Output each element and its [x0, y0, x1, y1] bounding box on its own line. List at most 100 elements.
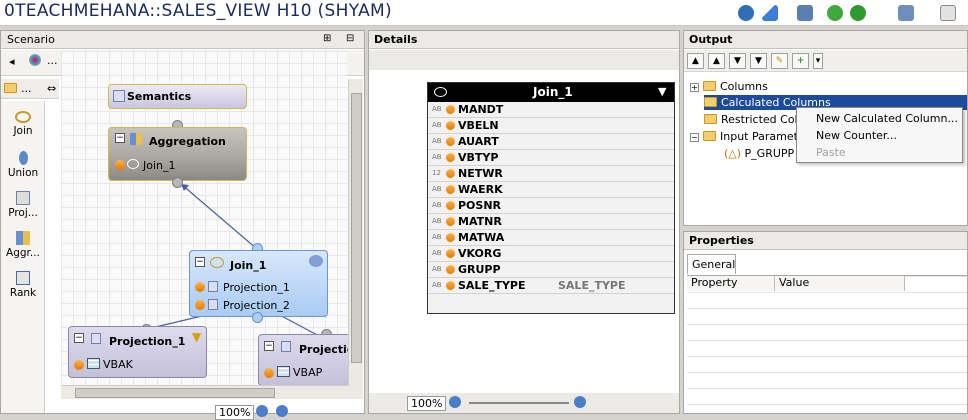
context-menu: New Calculated Column... New Counter... … — [796, 107, 963, 163]
attribute-icon — [446, 281, 455, 290]
field-row[interactable]: 12 NETWR — [428, 166, 674, 182]
details-zoom[interactable]: 100% — [407, 396, 447, 411]
aggregation-icon — [16, 231, 30, 245]
column-header-property[interactable]: Property — [687, 276, 775, 291]
tree-item-columns[interactable]: + Columns — [690, 80, 768, 93]
tree-item-parameter[interactable]: (△) P_GRUPP — [724, 147, 794, 160]
field-row[interactable]: AB MANDT — [428, 102, 674, 118]
zoom-out-icon[interactable] — [256, 405, 268, 417]
back-arrow-icon[interactable]: ◂ — [9, 55, 15, 68]
type-badge: AB — [432, 249, 442, 257]
parameter-icon: (△) — [724, 147, 742, 160]
activate-icon[interactable] — [827, 5, 843, 21]
field-row[interactable]: AB SALE_TYPE SALE_TYPE — [428, 278, 674, 294]
palette-item-projection[interactable]: Proj... — [1, 191, 45, 219]
chart-icon[interactable] — [762, 5, 778, 21]
tree-label: Input Paramete — [720, 130, 805, 143]
expand-icon[interactable]: + — [690, 83, 699, 92]
move-bottom-icon[interactable]: ▼ — [750, 53, 767, 69]
join-table-header: Join_1 ▼ — [428, 83, 674, 102]
minimize-icon[interactable]: ⊟ — [346, 33, 354, 44]
maximize-icon[interactable]: ⊞ — [323, 33, 331, 44]
zoom-slider[interactable] — [469, 402, 569, 404]
aggregation-output-port[interactable] — [172, 177, 183, 188]
tree-label: Columns — [720, 80, 768, 93]
palette-more[interactable]: ... — [47, 54, 58, 67]
attribute-icon — [195, 300, 205, 310]
aggregation-icon — [130, 133, 142, 145]
collapse-icon[interactable]: − — [74, 333, 84, 343]
menu-new-calculated-column[interactable]: New Calculated Column... — [816, 112, 958, 125]
field-row[interactable]: AB AUART — [428, 134, 674, 150]
join-node[interactable]: − Join_1 Projection_1 Projection_2 — [189, 250, 328, 317]
join-field-table[interactable]: Join_1 ▼ AB MANDT AB VBELN AB AUART AB VBTYP 12 N… — [427, 82, 675, 314]
collapse-icon[interactable]: − — [264, 341, 274, 351]
canvas-vscrollbar[interactable] — [348, 79, 363, 399]
field-row[interactable]: AB GRUPP — [428, 262, 674, 278]
tree-item-restricted-columns[interactable]: Restricted Colu — [704, 113, 805, 126]
edit-icon[interactable]: ✎ — [771, 53, 788, 69]
hscroll-thumb[interactable] — [75, 388, 275, 398]
chevron-down-icon[interactable]: ▼ — [658, 85, 666, 98]
collapse-icon[interactable]: − — [690, 133, 699, 142]
palette-icon[interactable] — [29, 54, 41, 66]
field-row[interactable]: AB VKORG — [428, 246, 674, 262]
move-up-icon[interactable]: ▲ — [708, 53, 725, 69]
chevron-down-icon[interactable]: ▾ — [813, 53, 823, 69]
binoculars-icon[interactable] — [797, 5, 813, 21]
field-row[interactable]: AB WAERK — [428, 182, 674, 198]
canvas-hscrollbar[interactable] — [61, 385, 349, 399]
scenario-zoom[interactable]: 100% — [215, 405, 255, 420]
field-name: POSNR — [458, 199, 502, 212]
semantics-title: Semantics — [127, 90, 192, 103]
table-icon — [87, 358, 100, 369]
tab-general[interactable]: General — [687, 254, 736, 274]
projection-icon — [16, 191, 30, 205]
field-row[interactable]: AB VBTYP — [428, 150, 674, 166]
globe-icon[interactable] — [738, 5, 754, 21]
attribute-icon — [446, 217, 455, 226]
collapse-arrows-icon[interactable]: ⇔ — [47, 82, 56, 95]
settings-icon[interactable] — [898, 5, 914, 21]
projection2-node[interactable]: − Projection VBAP — [258, 334, 362, 386]
zoom-in-icon[interactable] — [276, 405, 288, 417]
collapse-icon[interactable]: − — [195, 257, 205, 267]
column-header-value[interactable]: Value — [775, 276, 905, 291]
tool-palette: Join Union Proj... Aggr... Rank — [1, 101, 45, 413]
aggregation-node[interactable]: − Aggregation Join_1 — [108, 127, 247, 181]
palette-label: Proj... — [8, 207, 38, 219]
field-row[interactable]: AB MATWA — [428, 230, 674, 246]
output-toolbar: ▲ ▲ ▼ ▼ ✎ + ▾ — [684, 50, 967, 72]
field-row[interactable]: AB POSNR — [428, 198, 674, 214]
details-title: Details — [374, 33, 418, 46]
palette-item-aggregation[interactable]: Aggr... — [1, 231, 45, 259]
move-top-icon[interactable]: ▲ — [687, 53, 704, 69]
semantics-node[interactable]: Semantics — [108, 84, 247, 109]
document-icon[interactable] — [940, 5, 956, 21]
field-name: GRUPP — [458, 263, 501, 276]
zoom-in-icon[interactable] — [574, 396, 586, 408]
scenario-canvas[interactable]: Semantics − Aggregation Join_1 − Join_1 … — [61, 51, 362, 398]
collapse-icon[interactable]: − — [115, 133, 125, 143]
menu-new-counter[interactable]: New Counter... — [816, 129, 897, 142]
zoom-out-icon[interactable] — [449, 396, 461, 408]
aggregation-title: Aggregation — [149, 135, 226, 148]
field-row[interactable]: AB MATNR — [428, 214, 674, 230]
join-bottom-port[interactable] — [252, 312, 263, 323]
field-row[interactable]: AB VBELN — [428, 118, 674, 134]
run-icon[interactable] — [850, 5, 866, 21]
field-name: NETWR — [458, 167, 503, 180]
type-badge: AB — [432, 265, 442, 273]
vscroll-thumb[interactable] — [351, 93, 362, 363]
attribute-icon — [446, 137, 455, 146]
add-icon[interactable]: + — [792, 53, 809, 69]
folder-icon — [703, 81, 716, 91]
projection1-node[interactable]: − Projection_1 ▼ VBAK — [68, 326, 207, 378]
projection-icon — [208, 281, 218, 292]
type-badge: AB — [432, 105, 442, 113]
move-down-icon[interactable]: ▼ — [729, 53, 746, 69]
palette-item-rank[interactable]: Rank — [1, 271, 45, 299]
tree-item-input-parameters[interactable]: − Input Paramete — [690, 130, 805, 143]
palette-item-join[interactable]: Join — [1, 111, 45, 137]
palette-item-union[interactable]: Union — [1, 151, 45, 179]
